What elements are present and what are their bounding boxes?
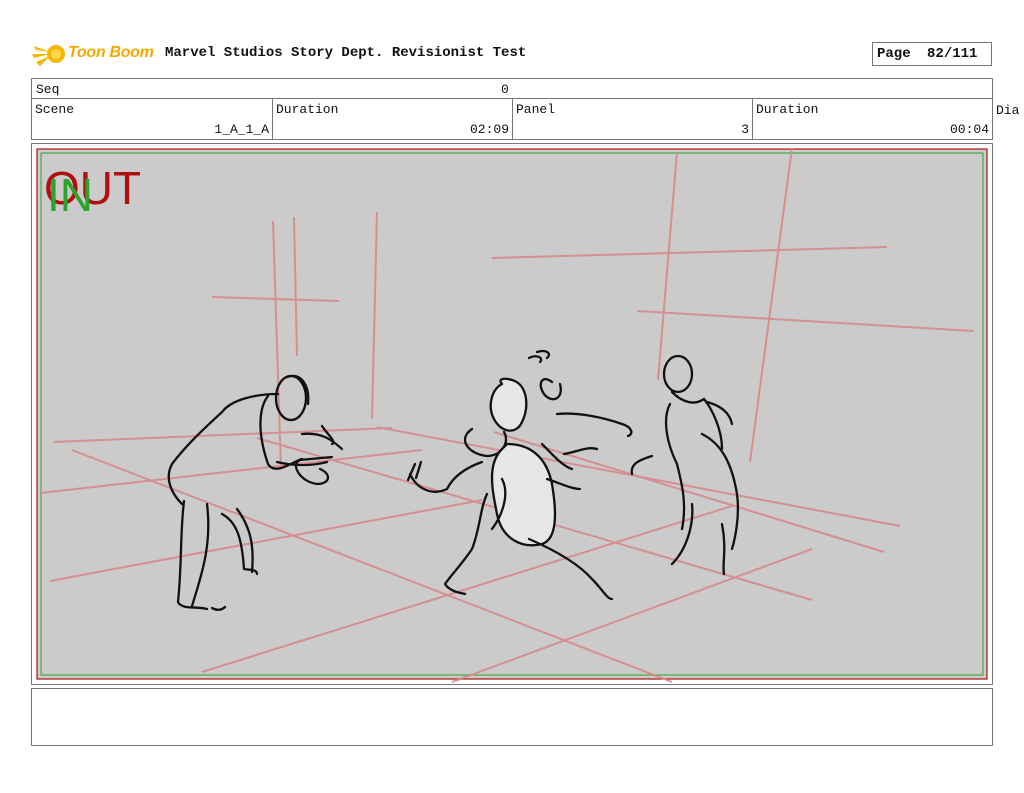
page-indicator: Page 82/111 (872, 42, 992, 66)
page-label: Page (877, 46, 911, 62)
page-number: 82/111 (927, 46, 978, 62)
seq-row: Seq 0 (32, 79, 992, 99)
scene-info-table: Seq 0 Scene 1_A_1_A Duration 02:09 Panel… (31, 78, 993, 140)
project-title: Marvel Studios Story Dept. Revisionist T… (165, 45, 527, 61)
panel-duration-cell: Duration 00:04 (753, 99, 992, 139)
panel-label: Panel (516, 102, 556, 117)
panel-value: 3 (741, 122, 749, 137)
scene-label: Scene (35, 102, 75, 117)
scene-cell: Scene 1_A_1_A (32, 99, 273, 139)
notes-box[interactable] (31, 688, 993, 746)
panel-duration-value: 00:04 (949, 122, 989, 137)
panel-duration-label: Duration (756, 102, 819, 117)
scene-duration-label: Duration (276, 102, 339, 117)
seq-value: 0 (501, 82, 509, 97)
scene-duration-cell: Duration 02:09 (273, 99, 513, 139)
in-marker: IN (47, 169, 93, 221)
logo-text: Toon Boom (68, 44, 154, 61)
storyboard-panel: OUT IN (31, 143, 993, 685)
scene-value: 1_A_1_A (214, 122, 269, 137)
scene-duration-value: 02:09 (469, 122, 509, 137)
dialog-label: Dia (996, 103, 1020, 118)
seq-label: Seq (36, 82, 60, 97)
panel-cell: Panel 3 (513, 99, 753, 139)
panel-drawing: OUT IN (36, 147, 988, 683)
